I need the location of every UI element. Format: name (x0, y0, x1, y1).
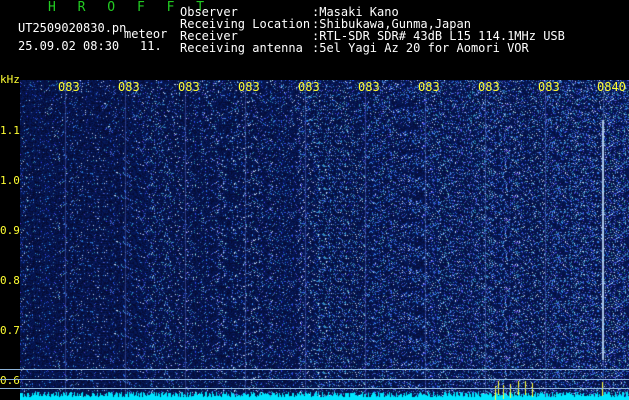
y-tick-0-7: 0.7 (0, 324, 20, 337)
y-tick-1-1: 1.1 (0, 124, 20, 137)
time-tick-4: 083 (238, 80, 260, 94)
date-time: 25.09.02 08:30 (18, 39, 120, 53)
y-tick-1-0: 1.0 (0, 174, 20, 187)
time-tick-7: 083 (418, 80, 440, 94)
y-tick-0-8: 0.8 (0, 274, 20, 287)
time-tick-1: 083 (58, 80, 80, 94)
antenna-value: :5el Yagi Az 20 for Aomori VOR (312, 41, 529, 55)
time-tick-9: 083 (538, 80, 560, 94)
time-tick-3: 083 (178, 80, 200, 94)
time-tick-2: 083 (118, 80, 140, 94)
time-tick-5: 083 (298, 80, 320, 94)
time-tick-8: 083 (478, 80, 500, 94)
time-tick-10: 0840 (597, 80, 626, 94)
time-tick-6: 083 (358, 80, 380, 94)
spectrogram-area (20, 80, 629, 400)
header-panel: H R O F F T UT2509020830.pn meteor 25.09… (0, 0, 629, 80)
spectrogram-canvas (20, 80, 629, 400)
y-tick-0-9: 0.9 (0, 224, 20, 237)
antenna-label: Receiving antenna (180, 41, 303, 55)
reference-line-middle (0, 379, 629, 380)
reference-line-lower (0, 388, 629, 389)
echo-count: 11. (140, 39, 162, 53)
y-axis-unit: kHz (0, 73, 20, 86)
reference-line-upper (0, 369, 629, 370)
image-filename: UT2509020830.pn (18, 21, 127, 35)
y-tick-0-6: 0.6 (0, 374, 20, 387)
